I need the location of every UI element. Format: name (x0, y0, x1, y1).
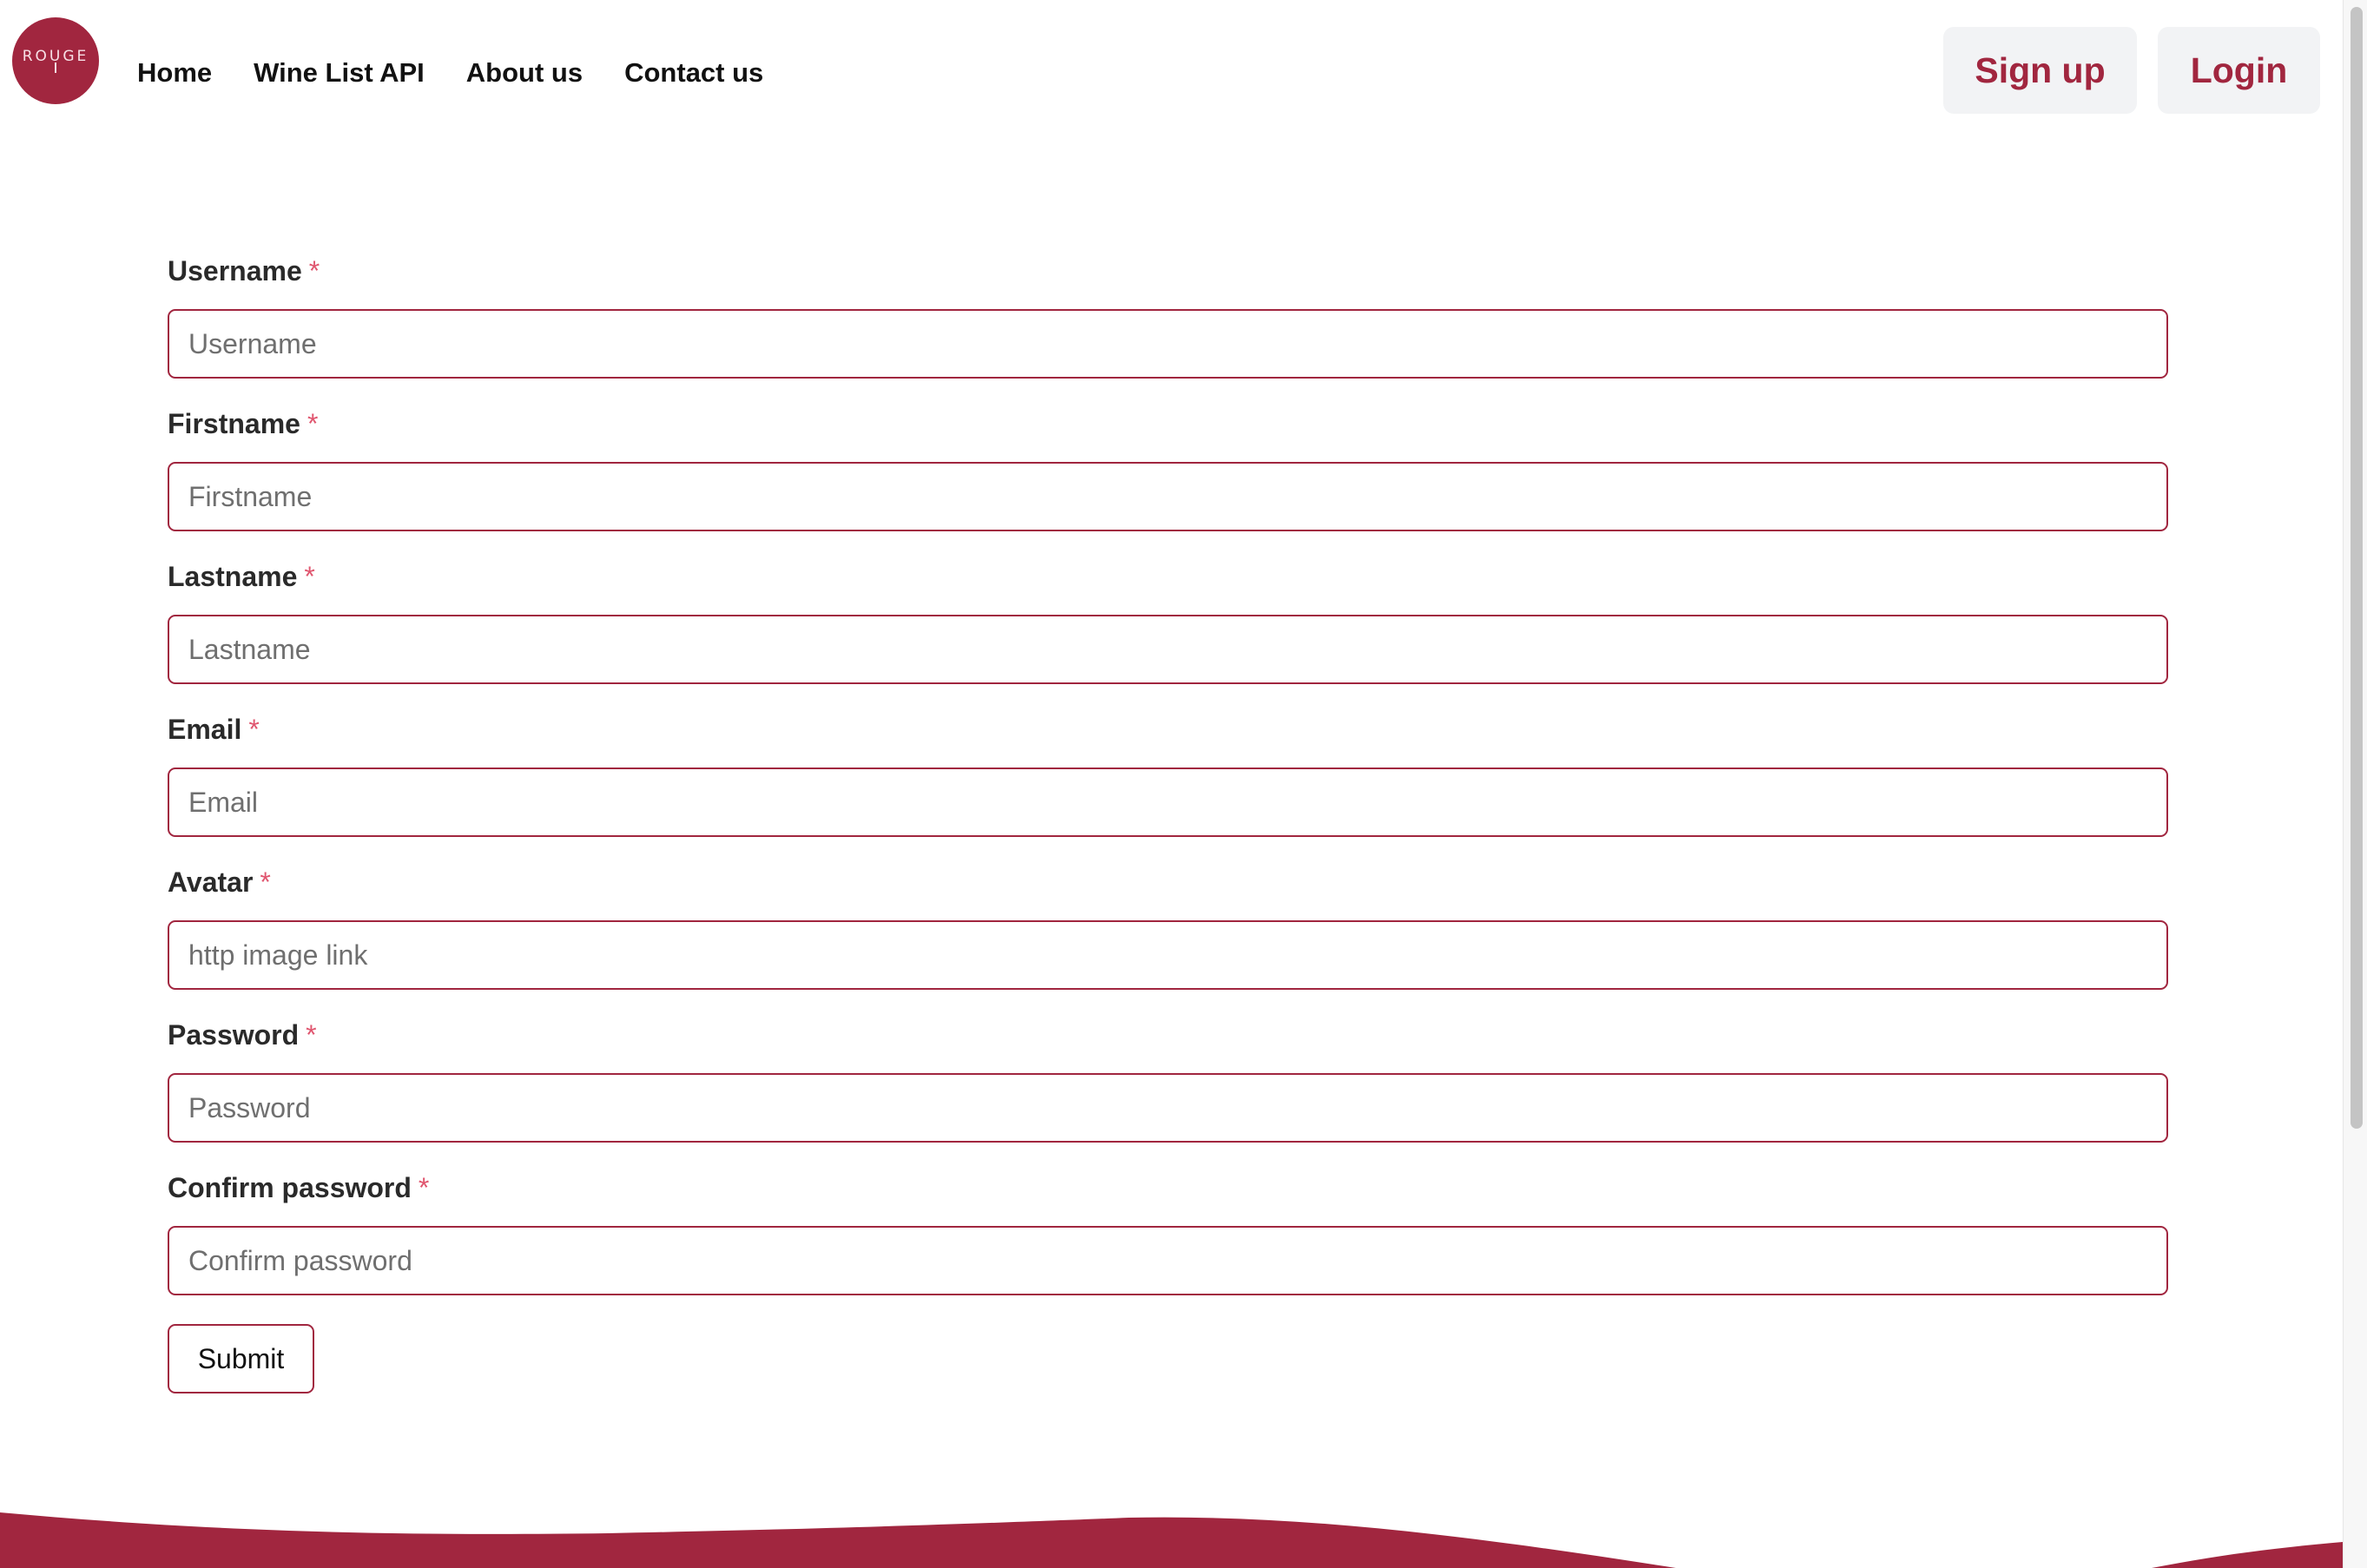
firstname-label: Firstname * (168, 406, 2168, 441)
required-asterisk: * (248, 714, 260, 745)
required-asterisk: * (304, 561, 315, 592)
lastname-label: Lastname * (168, 559, 2168, 594)
confirm-password-field-group: Confirm password * (168, 1170, 2168, 1323)
submit-button[interactable]: Submit (168, 1324, 314, 1393)
nav-wine-list-api-link[interactable]: Wine List API (254, 57, 425, 89)
required-asterisk: * (306, 1019, 317, 1051)
main-nav: Home Wine List API About us Contact us (137, 50, 763, 96)
scrollbar-thumb[interactable] (2351, 7, 2363, 1129)
username-label: Username * (168, 254, 2168, 288)
username-input[interactable] (168, 309, 2168, 379)
avatar-label-text: Avatar (168, 866, 254, 898)
avatar-label: Avatar * (168, 865, 2168, 899)
login-button[interactable]: Login (2158, 27, 2320, 114)
required-asterisk: * (308, 255, 320, 287)
email-input[interactable] (168, 768, 2168, 837)
username-field-group: Username * (168, 254, 2168, 406)
nav-about-us-link[interactable]: About us (466, 57, 583, 89)
avatar-field-group: Avatar * (168, 865, 2168, 1018)
firstname-label-text: Firstname (168, 408, 300, 439)
required-asterisk: * (307, 408, 319, 439)
sign-up-button[interactable]: Sign up (1943, 27, 2137, 114)
rouge-logo[interactable]: ROUGE (12, 17, 99, 104)
registration-form: Username* Firstname* Lastname* Email* Av… (168, 254, 2168, 1323)
email-label: Email * (168, 712, 2168, 747)
firstname-field-group: Firstname * (168, 406, 2168, 559)
avatar-input[interactable] (168, 920, 2168, 990)
confirm-password-label-text: Confirm password (168, 1172, 412, 1203)
nav-contact-us-link[interactable]: Contact us (624, 57, 763, 89)
page-scrollbar[interactable] (2343, 0, 2367, 1568)
required-asterisk: * (260, 866, 271, 898)
site-header: ROUGE Home Wine List API About us Contac… (0, 0, 2343, 146)
password-input[interactable] (168, 1073, 2168, 1143)
nav-home-link[interactable]: Home (137, 57, 212, 89)
email-label-text: Email (168, 714, 242, 745)
confirm-password-label: Confirm password * (168, 1170, 2168, 1205)
firstname-input[interactable] (168, 462, 2168, 531)
footer-wave (0, 1512, 2343, 1568)
username-label-text: Username (168, 255, 302, 287)
password-field-group: Password * (168, 1018, 2168, 1170)
email-field-group: Email * (168, 712, 2168, 865)
page: ROUGE Home Wine List API About us Contac… (0, 0, 2343, 1568)
lastname-field-group: Lastname * (168, 559, 2168, 712)
confirm-password-input[interactable] (168, 1226, 2168, 1295)
wine-glass-icon (55, 62, 56, 73)
required-asterisk: * (418, 1172, 430, 1203)
password-label-text: Password (168, 1019, 300, 1051)
lastname-label-text: Lastname (168, 561, 298, 592)
lastname-input[interactable] (168, 615, 2168, 684)
password-label: Password * (168, 1018, 2168, 1052)
